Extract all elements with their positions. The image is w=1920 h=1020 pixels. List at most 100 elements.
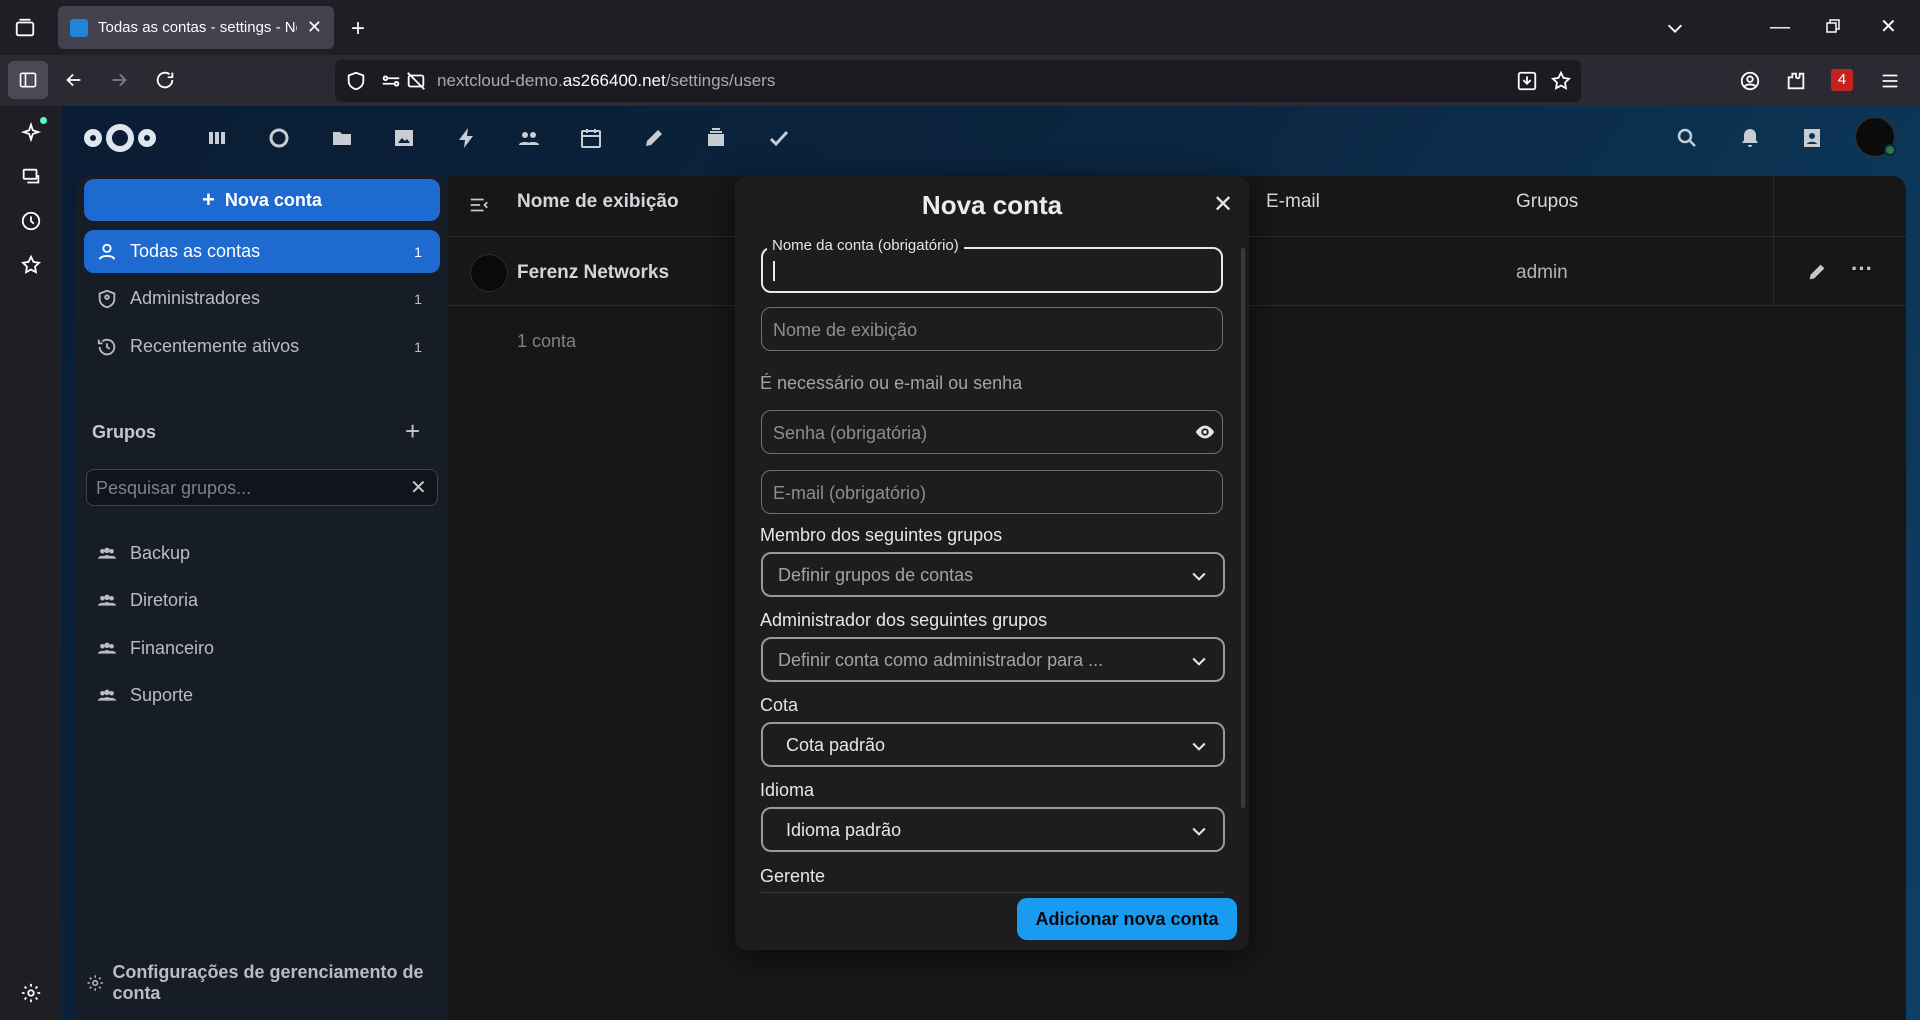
forward-arrow-icon[interactable]	[108, 69, 130, 91]
extensions-puzzle-icon[interactable]	[1785, 70, 1807, 92]
password-placeholder: Senha (obrigatória)	[773, 423, 928, 443]
email-input[interactable]: E-mail (obrigatório)	[761, 470, 1223, 514]
nav-item-count: 1	[414, 243, 422, 260]
account-icon	[98, 243, 116, 260]
nav-item-recently-active[interactable]: Recentemente ativos 1	[84, 325, 440, 368]
plus-icon: +	[202, 187, 215, 212]
manager-label: Gerente	[760, 866, 826, 886]
add-group-plus-icon[interactable]: +	[405, 416, 420, 447]
browser-vertical-sidebar	[0, 106, 62, 1020]
restore-window-icon[interactable]	[1824, 17, 1842, 35]
account-icon[interactable]	[1739, 70, 1761, 92]
calendar-icon[interactable]	[579, 126, 603, 150]
notifications-bell-icon[interactable]	[1738, 126, 1762, 150]
column-header-email: E-mail	[1266, 191, 1320, 212]
close-tab-icon[interactable]: ✕	[307, 17, 322, 38]
group-item-diretoria[interactable]: Diretoria	[84, 579, 440, 622]
photos-icon[interactable]	[392, 126, 416, 150]
group-item-backup[interactable]: Backup	[84, 532, 440, 575]
settings-label: Configurações de gerenciamento de conta	[112, 962, 424, 1003]
save-page-icon[interactable]	[1516, 70, 1538, 92]
bookmarks-star-icon[interactable]	[20, 254, 42, 276]
groups-heading: Grupos	[92, 422, 157, 442]
close-dialog-icon[interactable]: ✕	[1213, 190, 1233, 219]
language-value: Idioma padrão	[786, 820, 902, 840]
tab-overview-icon[interactable]	[14, 17, 36, 39]
url-domain: as266400.net	[562, 71, 666, 90]
synced-tabs-icon[interactable]	[20, 166, 42, 188]
back-arrow-icon[interactable]	[63, 69, 85, 91]
extension-badge[interactable]: 4	[1831, 69, 1853, 91]
browser-tab-strip: Todas as contas - settings - Nextcloud ✕…	[0, 0, 1920, 55]
member-groups-placeholder: Definir grupos de contas	[778, 565, 974, 585]
tab-list-chevron-icon[interactable]	[1664, 17, 1686, 39]
deck-icon[interactable]	[704, 126, 728, 150]
display-name-placeholder: Nome de exibição	[773, 320, 918, 340]
shield-account-icon	[98, 289, 116, 308]
more-options-icon[interactable]: ···	[1851, 256, 1873, 282]
chevron-down-icon	[1192, 657, 1206, 666]
group-icon	[97, 689, 117, 701]
nav-item-admins[interactable]: Administradores 1	[84, 277, 440, 320]
new-account-button[interactable]: + Nova conta	[84, 179, 440, 221]
permissions-icon[interactable]	[380, 70, 402, 92]
sidebar-toggle-button[interactable]	[8, 61, 48, 99]
new-tab-icon[interactable]: +	[351, 15, 365, 43]
talk-icon[interactable]	[267, 126, 291, 150]
minimize-window-icon[interactable]: —	[1770, 16, 1790, 39]
row-groups: admin	[1516, 262, 1568, 283]
clear-search-icon[interactable]: ✕	[410, 475, 427, 500]
admin-groups-select[interactable]: Definir conta como administrador para ..…	[761, 637, 1225, 682]
email-placeholder: E-mail (obrigatório)	[773, 483, 927, 503]
member-groups-select[interactable]: Definir grupos de contas	[761, 552, 1225, 597]
bookmark-star-icon[interactable]	[1550, 70, 1572, 92]
quota-value: Cota padrão	[786, 735, 886, 755]
column-header-display-name[interactable]: Nome de exibição	[517, 191, 679, 213]
account-management-settings[interactable]: Configurações de gerenciamento de conta	[86, 962, 448, 1004]
toggle-navigation-icon[interactable]	[468, 194, 490, 216]
contacts-icon[interactable]	[517, 126, 541, 150]
account-name-label: Nome da conta (obrigatório)	[767, 237, 964, 254]
contacts-menu-icon[interactable]	[1800, 126, 1824, 150]
edit-pencil-icon[interactable]	[1806, 261, 1828, 283]
insecure-connection-icon[interactable]	[405, 70, 427, 92]
search-groups-input[interactable]: Pesquisar grupos... ✕	[86, 469, 438, 506]
reload-icon[interactable]	[154, 69, 176, 91]
column-header-groups: Grupos	[1516, 191, 1579, 212]
tab-title: Todas as contas - settings - Nextcloud	[98, 19, 297, 36]
group-label: Diretoria	[130, 590, 199, 610]
activity-bolt-icon[interactable]	[455, 126, 479, 150]
search-groups-placeholder: Pesquisar grupos...	[96, 478, 252, 498]
group-label: Backup	[130, 543, 191, 563]
add-new-account-button[interactable]: Adicionar nova conta	[1017, 898, 1237, 940]
nextcloud-favicon-icon	[70, 18, 88, 37]
dialog-scrollbar[interactable]	[1241, 248, 1245, 808]
browser-tab-active[interactable]: Todas as contas - settings - Nextcloud ✕	[58, 6, 334, 49]
sidebar-icon	[19, 72, 37, 88]
history-clock-icon[interactable]	[20, 210, 42, 232]
nav-item-all-accounts[interactable]: Todas as contas 1	[84, 230, 440, 273]
app-navigation: + Nova conta Todas as contas 1 Administr…	[76, 176, 448, 1020]
shield-icon[interactable]	[345, 70, 367, 92]
search-icon[interactable]	[1675, 126, 1699, 150]
url-text[interactable]: nextcloud-demo.as266400.net/settings/use…	[437, 71, 775, 91]
ai-sparkle-icon[interactable]	[20, 122, 42, 144]
customize-gear-icon[interactable]	[20, 982, 42, 1004]
display-name-input[interactable]: Nome de exibição	[761, 307, 1223, 351]
dashboard-icon[interactable]	[205, 126, 229, 150]
language-select[interactable]: Idioma padrão	[761, 807, 1225, 852]
menu-hamburger-icon[interactable]	[1879, 70, 1901, 92]
tasks-check-icon[interactable]	[767, 126, 791, 150]
group-item-suporte[interactable]: Suporte	[84, 674, 440, 717]
quota-label: Cota	[760, 695, 799, 715]
chevron-down-icon	[1192, 742, 1206, 751]
nextcloud-logo-icon[interactable]	[82, 120, 158, 156]
password-input[interactable]: Senha (obrigatória)	[761, 410, 1223, 454]
chevron-down-icon	[1192, 827, 1206, 836]
files-folder-icon[interactable]	[330, 126, 354, 150]
close-window-icon[interactable]: ✕	[1880, 14, 1897, 39]
group-item-financeiro[interactable]: Financeiro	[84, 627, 440, 670]
notes-pencil-icon[interactable]	[642, 126, 666, 150]
show-password-eye-icon[interactable]	[1194, 421, 1216, 443]
quota-select[interactable]: Cota padrão	[761, 722, 1225, 767]
